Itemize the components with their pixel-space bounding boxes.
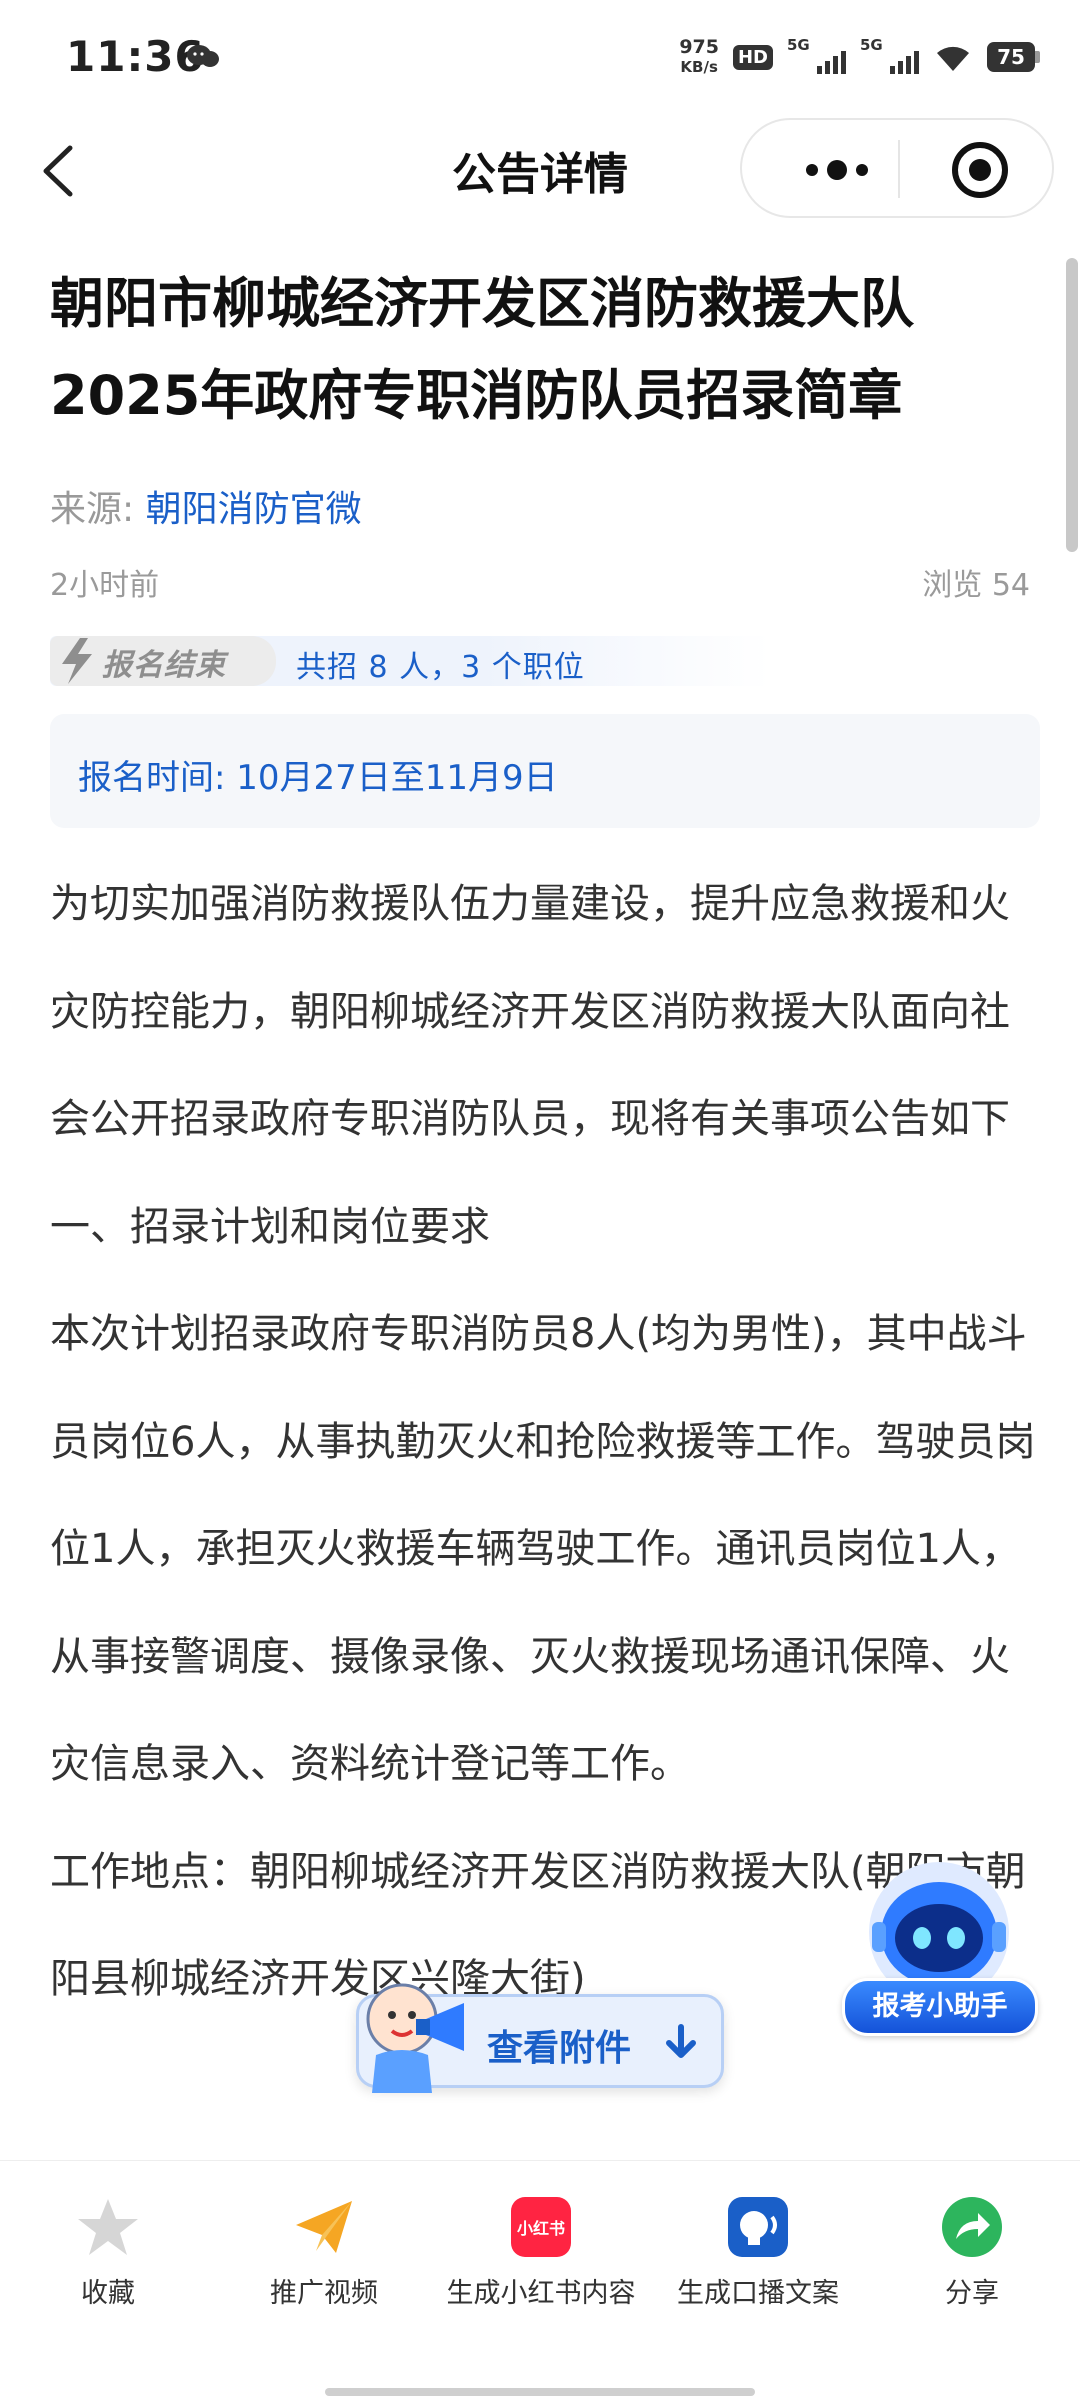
share-icon <box>942 2197 1002 2257</box>
hd-badge: HD <box>732 44 773 70</box>
more-icon[interactable] <box>782 148 892 192</box>
star-icon <box>78 2199 138 2255</box>
wifi-icon <box>937 46 969 71</box>
status-indicators: 975 KB/s HD 5G 5G 75 <box>679 34 1040 80</box>
meta-row: 2小时前 浏览 54 <box>50 560 1030 604</box>
signal-icon: 5G <box>860 36 919 74</box>
signal-icon: 5G <box>787 36 846 74</box>
share-button[interactable]: 分享 <box>862 2195 1080 2310</box>
megaphone-mascot-icon <box>366 1983 464 2093</box>
promo-video-label: 推广视频 <box>270 2278 378 2309</box>
status-time: 11:36 <box>66 32 205 81</box>
promo-video-button[interactable]: 推广视频 <box>214 2195 434 2310</box>
exam-assistant-button[interactable]: 报考小助手 <box>842 1860 1038 2050</box>
favorite-button[interactable]: 收藏 <box>0 2195 218 2310</box>
source-row: 来源: 朝阳消防官微 <box>50 480 362 532</box>
attachment-label: 查看附件 <box>487 2028 632 2069</box>
source-link[interactable]: 朝阳消防官微 <box>146 489 362 530</box>
xiaohongshu-label: 生成小红书内容 <box>446 2278 636 2309</box>
speech-icon <box>728 2197 788 2257</box>
scrollbar[interactable] <box>1066 258 1078 552</box>
assistant-label: 报考小助手 <box>842 1978 1038 2036</box>
favorite-label: 收藏 <box>81 2278 135 2309</box>
chat-bubble-icon <box>187 45 219 67</box>
registration-time: 报名时间: 10月27日至11月9日 <box>78 758 558 798</box>
voice-script-button[interactable]: 生成口播文案 <box>648 2195 868 2310</box>
paragraph: 为切实加强消防救援队伍力量建设，提升应急救援和火灾防控能力，朝阳柳城经济开发区消… <box>50 881 1010 1142</box>
download-arrow-icon <box>666 2024 696 2058</box>
xiaohongshu-icon: 小红书 <box>511 2197 571 2257</box>
svg-text:小红书: 小红书 <box>517 2219 565 2238</box>
capsule-divider <box>898 140 900 198</box>
xiaohongshu-button[interactable]: 小红书 生成小红书内容 <box>431 2195 651 2310</box>
recruit-status-strip: 报名结束 共招 8 人，3 个职位 <box>50 636 770 686</box>
home-indicator[interactable] <box>325 2388 755 2396</box>
close-target-icon[interactable] <box>950 140 1010 200</box>
mini-program-capsule <box>740 118 1054 218</box>
network-speed: 975 KB/s <box>679 36 719 76</box>
status-badge: 报名结束 <box>50 636 276 686</box>
paper-plane-icon <box>296 2201 352 2253</box>
view-count: 浏览 54 <box>922 568 1030 603</box>
paragraph: 本次计划招录政府专职消防员8人(均为男性)，其中战斗员岗位6人，从事执勤灭火和抢… <box>50 1311 1036 1787</box>
registration-time-box: 报名时间: 10月27日至11月9日 <box>50 714 1040 828</box>
source-label: 来源: <box>50 489 135 530</box>
recruit-summary: 共招 8 人，3 个职位 <box>296 650 585 685</box>
bottom-action-bar: 收藏 推广视频 小红书 生成小红书内容 生成口播文案 分享 <box>0 2160 1080 2401</box>
share-label: 分享 <box>945 2278 999 2309</box>
article-body: 为切实加强消防救援队伍力量建设，提升应急救援和火灾防控能力，朝阳柳城经济开发区消… <box>50 851 1040 2034</box>
nav-bar: 公告详情 <box>0 110 1080 230</box>
section-heading: 一、招录计划和岗位要求 <box>50 1203 490 1250</box>
lightning-icon <box>62 638 92 684</box>
voice-script-label: 生成口播文案 <box>677 2278 839 2309</box>
battery-icon: 75 <box>987 42 1040 72</box>
publish-time: 2小时前 <box>50 568 160 603</box>
article-title: 朝阳市柳城经济开发区消防救援大队2025年政府专职消防队员招录简章 <box>50 272 914 427</box>
status-bar: 11:36 975 KB/s HD 5G 5G 75 <box>0 0 1080 110</box>
